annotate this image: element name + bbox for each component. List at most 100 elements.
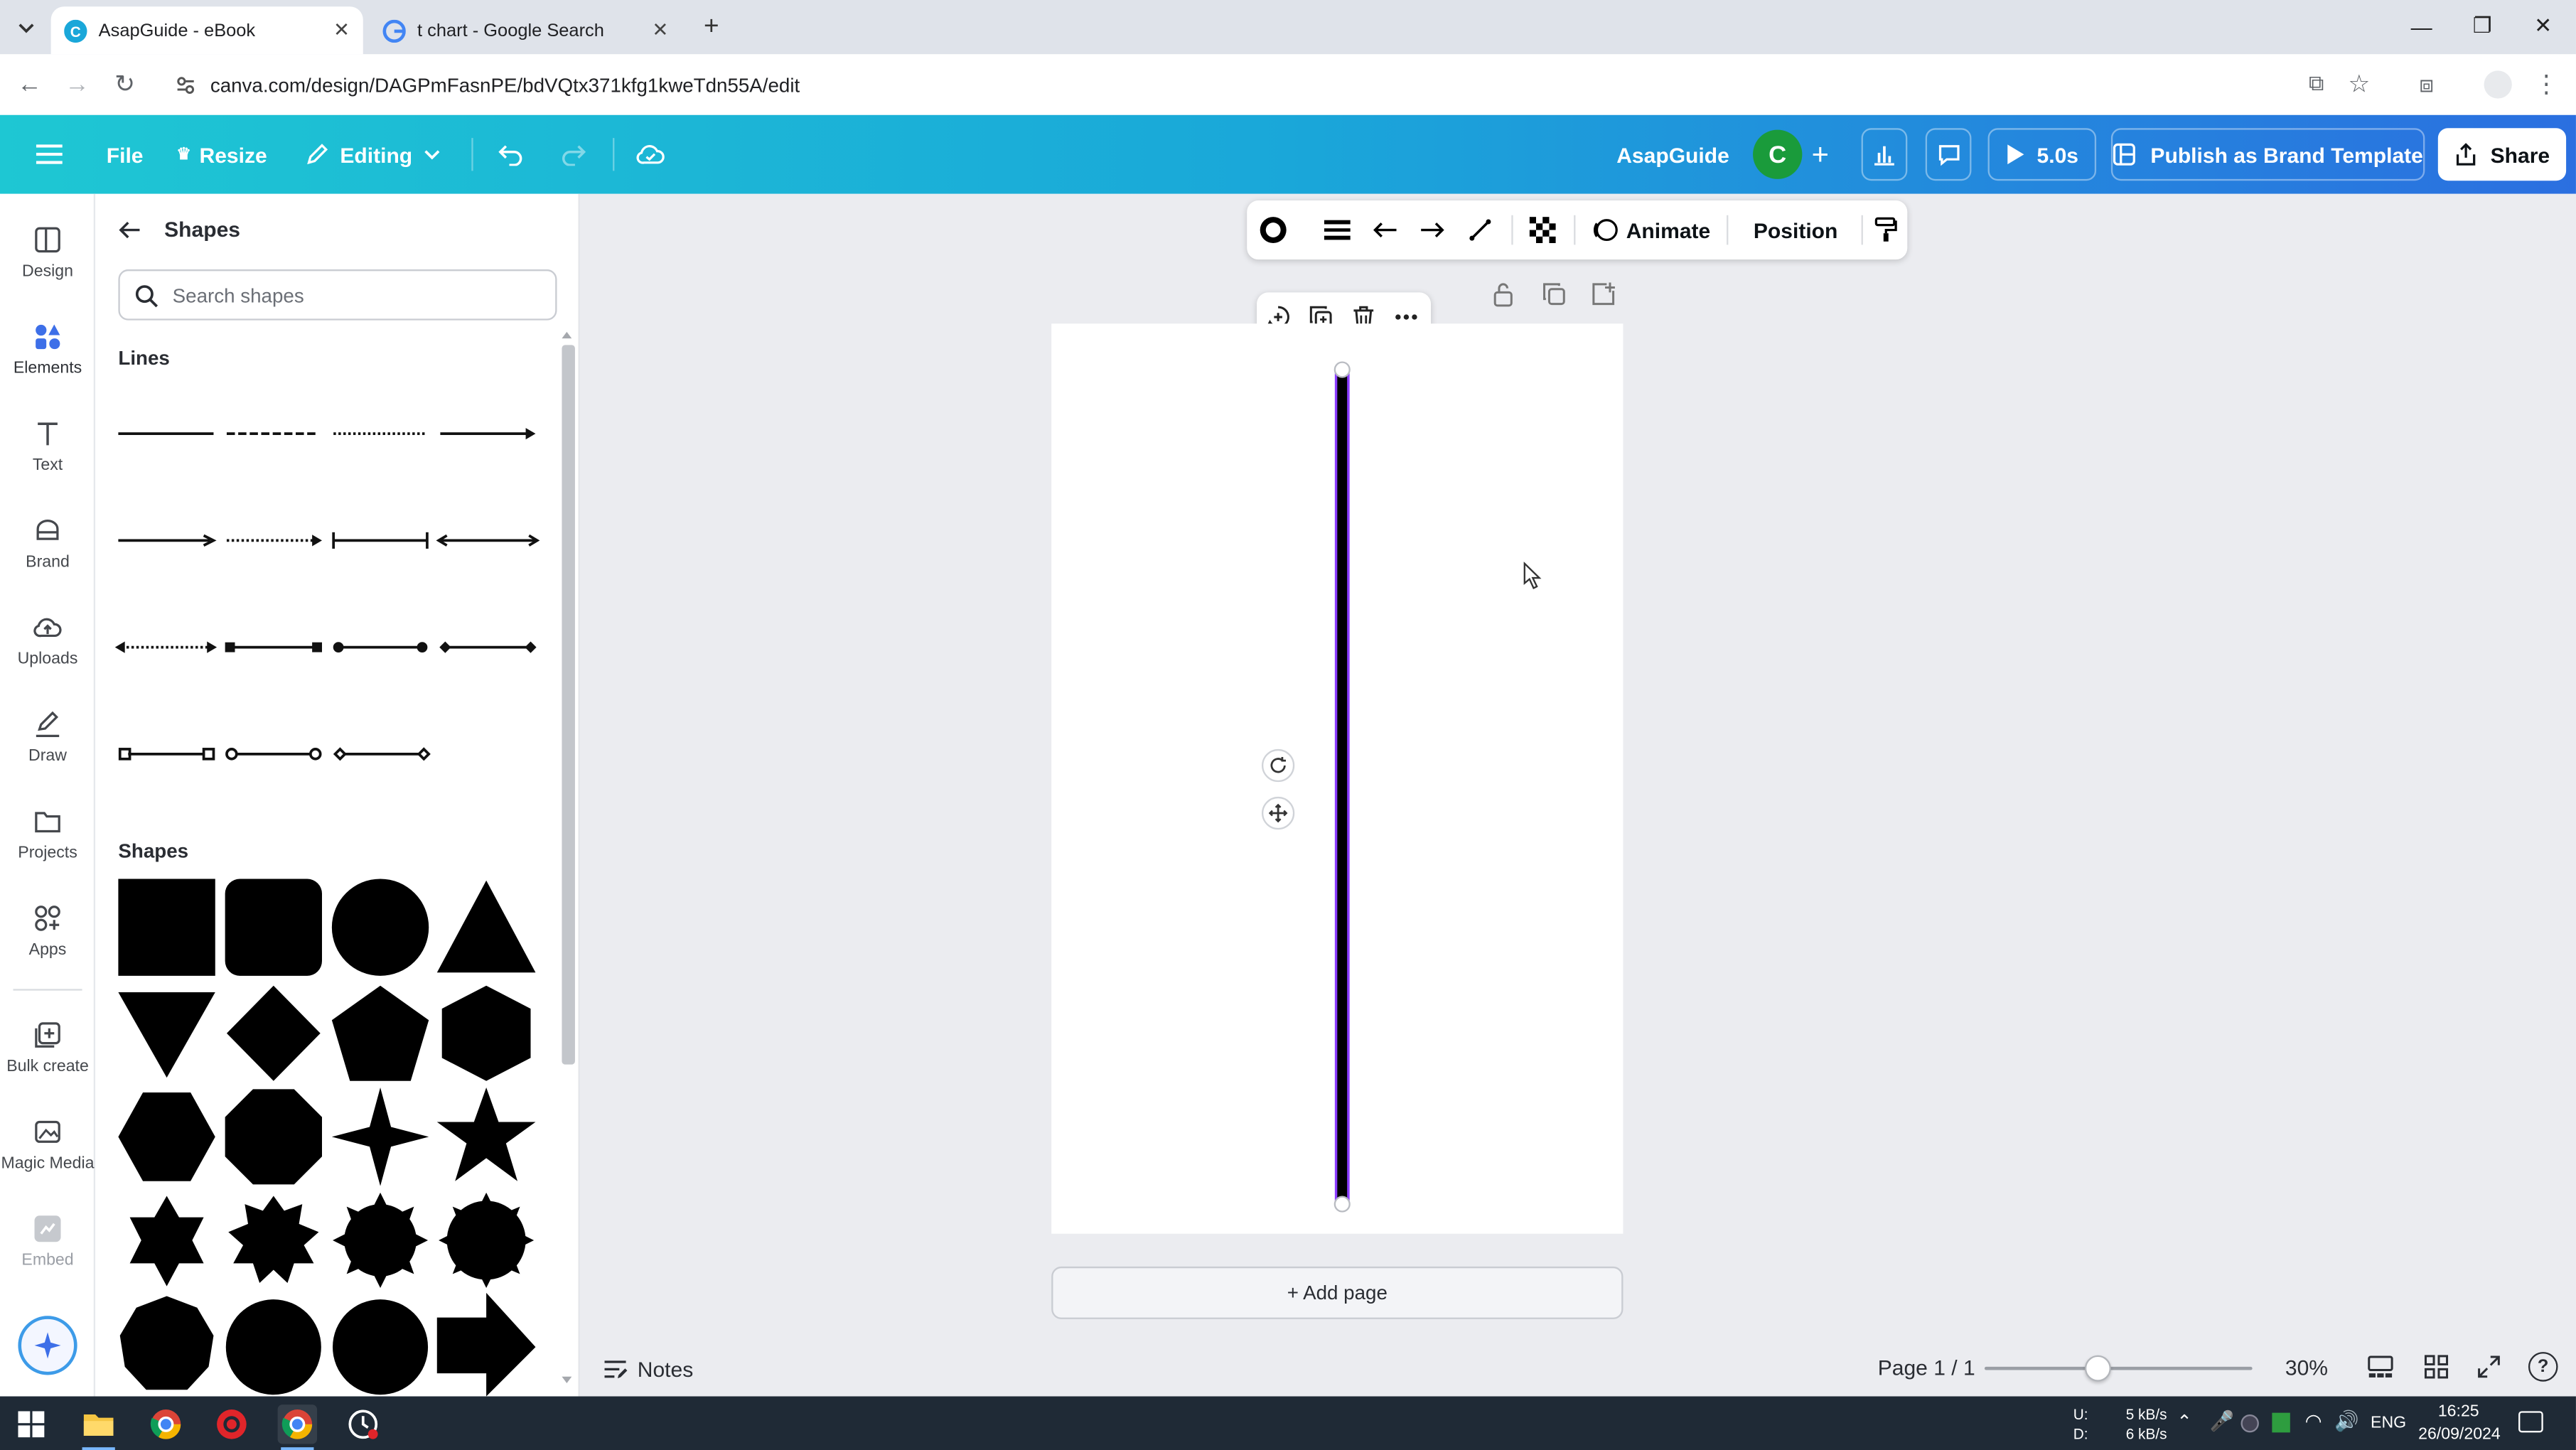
- restore-icon[interactable]: ❐: [2462, 10, 2501, 43]
- rail-item-brand[interactable]: Brand: [0, 514, 95, 599]
- line-square-ends[interactable]: [225, 642, 322, 652]
- panel-scrollbar-thumb[interactable]: [562, 345, 575, 1065]
- shape-six-point-star[interactable]: [129, 1196, 204, 1287]
- shape-inverted-triangle[interactable]: [118, 992, 215, 1078]
- lock-page-button[interactable]: [1492, 281, 1522, 311]
- insights-button[interactable]: [1861, 128, 1908, 181]
- undo-button[interactable]: [490, 128, 532, 181]
- share-button[interactable]: Share: [2437, 128, 2567, 181]
- chrome-active-taskbar-icon[interactable]: [277, 1405, 318, 1444]
- line-circle-ends[interactable]: [333, 642, 428, 653]
- copy-style-button[interactable]: [1868, 200, 1904, 259]
- shape-twelve-point-star[interactable]: [333, 1192, 429, 1288]
- microphone-icon[interactable]: 🎤: [2210, 1409, 2235, 1432]
- grid-view-button[interactable]: [2423, 1353, 2449, 1380]
- back-icon[interactable]: ←: [13, 68, 45, 100]
- shape-pentagon[interactable]: [331, 985, 429, 1081]
- browser-tab[interactable]: t chart - Google Search ✕: [370, 6, 682, 54]
- move-handle[interactable]: [1262, 796, 1295, 830]
- line-end-button[interactable]: [1415, 200, 1451, 259]
- present-button[interactable]: 5.0s: [1987, 128, 2097, 181]
- rail-item-uploads[interactable]: Uploads: [0, 611, 95, 697]
- notifications-icon[interactable]: [2518, 1411, 2543, 1433]
- line-diamond-ends[interactable]: [439, 641, 537, 653]
- thumbnail-view-button[interactable]: [2367, 1353, 2393, 1380]
- line-dotted-arrow[interactable]: [226, 535, 322, 547]
- shape-seal[interactable]: [333, 1299, 429, 1395]
- shape-nonagon[interactable]: [119, 1296, 214, 1390]
- line-dotted-double-arrow[interactable]: [114, 641, 218, 653]
- shape-burst[interactable]: [439, 1192, 535, 1288]
- save-status-button[interactable]: [629, 128, 672, 181]
- file-menu-button[interactable]: File: [95, 128, 154, 181]
- line-open-circle-ends[interactable]: [225, 748, 322, 761]
- shape-hexagon-horizontal[interactable]: [118, 1092, 215, 1181]
- shape-four-point-star[interactable]: [331, 1088, 429, 1186]
- extensions-icon[interactable]: ⧈: [2410, 68, 2443, 100]
- shape-circle[interactable]: [331, 879, 429, 976]
- scroll-up-icon[interactable]: [560, 328, 573, 341]
- line-start-handle[interactable]: [1333, 361, 1351, 378]
- install-app-icon[interactable]: ⧉: [2300, 68, 2333, 100]
- notes-button[interactable]: Notes: [603, 1353, 693, 1383]
- help-button[interactable]: ?: [2528, 1352, 2558, 1382]
- site-settings-icon[interactable]: [176, 75, 195, 95]
- line-start-button[interactable]: [1367, 200, 1403, 259]
- scroll-down-icon[interactable]: [560, 1373, 573, 1386]
- tray-app-icon[interactable]: [2240, 1414, 2259, 1433]
- language-indicator[interactable]: ENG: [2371, 1414, 2406, 1432]
- zoom-slider[interactable]: [1984, 1355, 2253, 1382]
- selected-line-element[interactable]: [1327, 360, 1360, 1217]
- line-bar-ends[interactable]: [332, 532, 429, 549]
- duplicate-page-button[interactable]: [1541, 281, 1571, 311]
- rail-item-apps[interactable]: Apps: [0, 902, 95, 987]
- rail-item-design[interactable]: Design: [0, 223, 95, 308]
- line-arrow[interactable]: [440, 428, 536, 440]
- profile-avatar[interactable]: [2484, 70, 2512, 99]
- reload-icon[interactable]: ↻: [109, 68, 141, 100]
- add-page-button[interactable]: + Add page: [1051, 1266, 1624, 1319]
- shape-square[interactable]: [118, 879, 215, 976]
- bookmark-star-icon[interactable]: ☆: [2343, 68, 2376, 100]
- shape-octagon[interactable]: [225, 1089, 322, 1185]
- rotate-handle[interactable]: [1262, 748, 1295, 783]
- document-title[interactable]: AsapGuide: [1616, 115, 1729, 194]
- volume-icon[interactable]: 🔊: [2334, 1409, 2359, 1432]
- clock-date[interactable]: 26/09/2024: [2418, 1426, 2501, 1444]
- url-field[interactable]: canva.com/design/DAGPmFasnPE/bdVQtx371kf…: [161, 62, 2462, 107]
- shape-triangle[interactable]: [436, 880, 536, 973]
- line-type-button[interactable]: [1462, 200, 1498, 259]
- tray-green-app-icon[interactable]: [2272, 1412, 2290, 1433]
- shape-hexagon[interactable]: [441, 985, 531, 1081]
- line-color-button[interactable]: [1253, 200, 1292, 259]
- main-menu-button[interactable]: [26, 128, 73, 181]
- wifi-icon[interactable]: ◠: [2305, 1409, 2322, 1432]
- rail-item-magic-media[interactable]: Magic Media: [0, 1115, 95, 1201]
- invite-button[interactable]: +: [1800, 128, 1840, 181]
- forward-icon[interactable]: →: [61, 68, 94, 100]
- comments-button[interactable]: [1925, 128, 1972, 181]
- line-open-diamond-ends[interactable]: [333, 747, 431, 761]
- zoom-value[interactable]: 30%: [2285, 1355, 2328, 1380]
- rail-item-embed[interactable]: Embed: [0, 1213, 95, 1298]
- file-explorer-icon[interactable]: [79, 1405, 118, 1444]
- transparency-button[interactable]: [1525, 200, 1561, 259]
- rail-item-projects[interactable]: Projects: [0, 805, 95, 890]
- tray-expand-icon[interactable]: ⌃: [2177, 1411, 2191, 1433]
- browser-tab-active[interactable]: C AsapGuide - eBook ✕: [50, 6, 363, 55]
- page-indicator[interactable]: Page 1 / 1: [1878, 1355, 1975, 1380]
- clock-app-taskbar-icon[interactable]: [343, 1405, 382, 1444]
- shape-arrow-block[interactable]: [436, 1292, 536, 1397]
- close-tab-icon[interactable]: ✕: [333, 18, 350, 41]
- shape-rounded-square[interactable]: [225, 879, 322, 976]
- line-open-square-ends[interactable]: [118, 748, 215, 761]
- line-style-button[interactable]: [1318, 200, 1357, 259]
- new-tab-button[interactable]: +: [695, 11, 728, 44]
- minimize-icon[interactable]: —: [2402, 10, 2441, 43]
- tab-search-button[interactable]: [10, 13, 43, 43]
- chrome-taskbar-icon[interactable]: [146, 1405, 186, 1444]
- shape-diamond[interactable]: [226, 985, 321, 1081]
- rail-item-draw[interactable]: Draw: [0, 708, 95, 793]
- line-end-handle[interactable]: [1333, 1196, 1351, 1213]
- fullscreen-button[interactable]: [2476, 1353, 2502, 1380]
